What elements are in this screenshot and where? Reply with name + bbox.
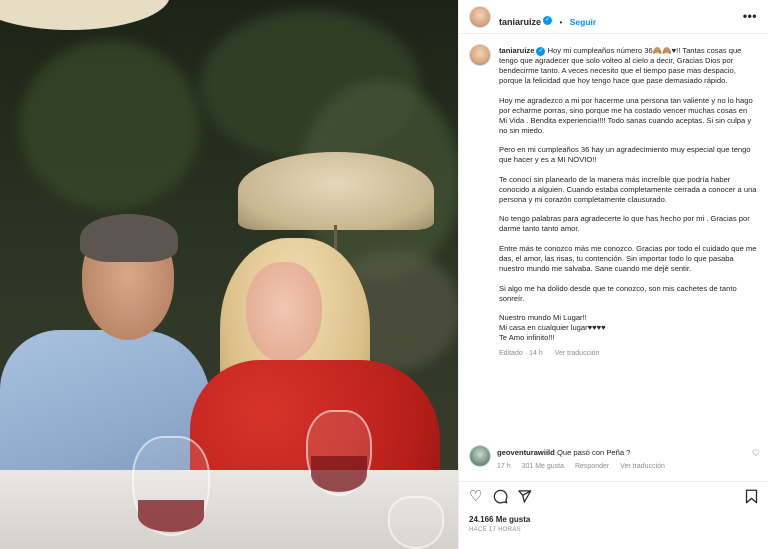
caption-section: taniaruize ✓ Hoy mi cumpleaños número 36🙈… (459, 36, 768, 436)
caption-paragraph: Si algo me ha dolido desde que te conozc… (499, 283, 737, 303)
comment-heart-icon[interactable]: ♡ (752, 448, 760, 459)
post-photo[interactable] (0, 0, 458, 549)
avatar[interactable] (469, 6, 491, 28)
wine-glass (306, 410, 372, 496)
caption-paragraph: taniaruize ✓ Hoy mi cumpleaños número 36🙈… (499, 46, 757, 86)
share-icon[interactable] (517, 489, 532, 508)
comment-meta: 17 h 301 Me gusta Responder Ver traducci… (497, 463, 674, 470)
wine-glass (132, 436, 210, 536)
caption-avatar[interactable] (469, 44, 491, 66)
header-user-row: taniaruize ✓ • Seguir (499, 12, 596, 30)
caption-paragraph: Pero en mi cumpleaños 36 hay un agradeci… (499, 145, 751, 165)
caption-text: taniaruize ✓ Hoy mi cumpleaños número 36🙈… (499, 46, 757, 359)
caption-paragraph: Te conocí sin planearlo de la manera más… (499, 174, 757, 204)
comment-text: Que pasó con Peña ? (556, 448, 631, 457)
likes-count[interactable]: 24.166 Me gusta (469, 515, 530, 524)
caption-translate-link[interactable]: Ver traducción (555, 350, 600, 357)
comment-likes[interactable]: 301 Me gusta (522, 463, 564, 470)
caption-paragraph-text: Hoy mi cumpleaños número 36🙈🙈♥!! Tantas … (499, 46, 742, 85)
post-header: taniaruize ✓ • Seguir ••• (459, 0, 768, 34)
caption-paragraph: Hoy me agradezco a mi por hacerme una pe… (499, 95, 753, 135)
umbrella-left (0, 0, 170, 30)
username-link[interactable]: taniaruize (499, 17, 541, 27)
woman-face (246, 262, 322, 362)
caption-paragraph: Entre más te conozco más me conozco. Gra… (499, 243, 757, 273)
foliage-shape (20, 40, 200, 210)
comment-item: geoventurawiild Que pasó con Peña ? 17 h… (467, 442, 762, 478)
separator-dot: • (559, 18, 563, 27)
edited-label: Editado (499, 349, 523, 357)
comment-translate-link[interactable]: Ver traducción (620, 463, 665, 470)
comment-username[interactable]: geoventurawiild (497, 448, 555, 457)
caption-time: 14 h (529, 349, 543, 357)
actions-bar: ♡ 24.166 Me gusta HACE 17 HORAS (459, 481, 768, 549)
caption-username[interactable]: taniaruize (499, 46, 534, 55)
man-hair (80, 214, 178, 262)
comment-icon[interactable] (493, 489, 508, 508)
umbrella-right (238, 152, 434, 230)
more-options-icon[interactable]: ••• (743, 9, 757, 23)
verified-badge-icon: ✓ (536, 46, 546, 56)
comment-time: 17 h (497, 463, 511, 470)
caption-paragraph: No tengo palabras para agradecerte lo qu… (499, 214, 750, 234)
reply-button[interactable]: Responder (575, 463, 609, 470)
water-glass (388, 496, 444, 549)
heart-icon[interactable]: ♡ (469, 489, 482, 505)
verified-badge-icon: ✓ (543, 16, 553, 26)
caption-meta: Editado · 14 h Ver traducción (499, 349, 600, 357)
bookmark-icon[interactable] (745, 489, 758, 508)
caption-paragraph: Nuestro mundo Mi Lugar!! Mi casa en cual… (499, 313, 606, 343)
post-side-panel: taniaruize ✓ • Seguir ••• taniaruize ✓ Hoy… (458, 0, 768, 549)
follow-button[interactable]: Seguir (570, 17, 596, 27)
comment-avatar[interactable] (469, 445, 491, 467)
post-time: HACE 17 HORAS (469, 527, 521, 533)
comment-text-row: geoventurawiild Que pasó con Peña ? (497, 448, 630, 457)
